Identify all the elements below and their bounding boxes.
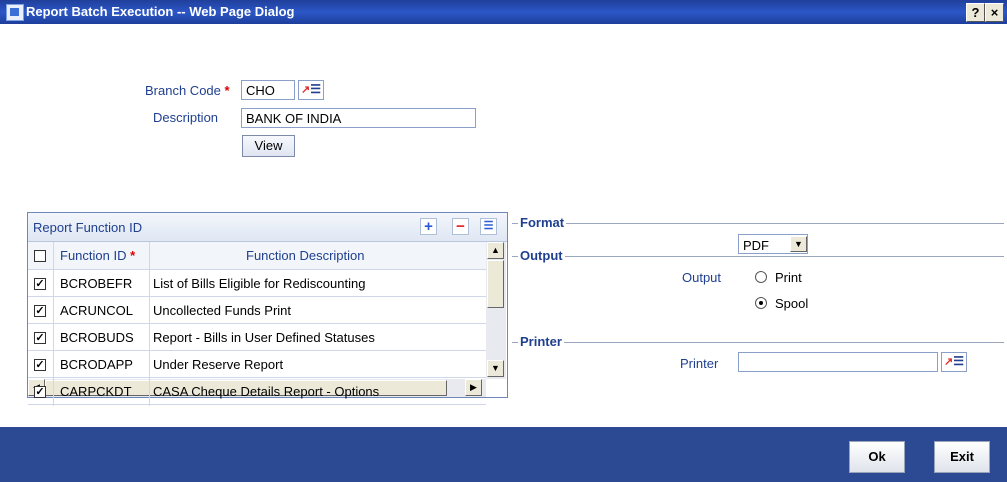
description-label: Description xyxy=(153,110,219,125)
function-id-cell: ACRUNCOL xyxy=(60,303,133,318)
list-icon: ☰ xyxy=(953,354,964,368)
output-label: Output xyxy=(682,270,722,285)
function-description-cell: List of Bills Eligible for Rediscounting xyxy=(153,276,366,291)
report-function-grid: Report Function ID + − ☰ Function ID * F… xyxy=(27,212,508,406)
required-marker: * xyxy=(224,83,230,98)
vertical-scrollbar[interactable]: ▲ ▼ xyxy=(486,242,506,379)
format-divider xyxy=(512,223,1004,224)
branch-code-input[interactable]: CHO xyxy=(241,80,295,100)
column-header-function-id: Function ID * xyxy=(60,248,136,263)
scroll-down-button[interactable]: ▼ xyxy=(487,360,504,377)
row-checkbox[interactable]: ✓ xyxy=(34,332,46,344)
grid-column-header: Function ID * Function Description xyxy=(28,242,486,270)
branch-code-lov-button[interactable]: ↗☰ xyxy=(298,80,324,100)
add-row-button[interactable]: + xyxy=(420,218,437,235)
dropdown-arrow-icon[interactable]: ▼ xyxy=(790,236,807,252)
row-checkbox[interactable]: ✓ xyxy=(34,386,46,398)
function-id-cell: BCROBEFR xyxy=(60,276,133,291)
function-description-cell: Under Reserve Report xyxy=(153,357,284,372)
table-row[interactable]: ✓ BCROBEFR List of Bills Eligible for Redi… xyxy=(28,270,486,298)
table-row[interactable]: ✓ CARPCKDT CASA Cheque Details Report - Op… xyxy=(28,378,486,406)
select-all-checkbox[interactable] xyxy=(34,250,46,262)
lov-arrow-icon: ↗ xyxy=(944,356,954,368)
output-print-label: Print xyxy=(775,270,802,285)
printer-lov-button[interactable]: ↗☰ xyxy=(941,352,967,372)
exit-button[interactable]: Exit xyxy=(934,441,990,473)
window-icon xyxy=(6,4,24,21)
branch-code-label: Branch Code * xyxy=(145,83,230,98)
function-id-cell: BCROBUDS xyxy=(60,330,134,345)
view-button[interactable]: View xyxy=(242,135,295,157)
single-view-icon[interactable]: ☰ xyxy=(480,218,497,235)
column-header-function-description: Function Description xyxy=(246,248,365,263)
format-select[interactable]: PDF ▼ xyxy=(738,234,808,254)
help-button[interactable]: ? xyxy=(966,3,985,22)
row-checkbox[interactable]: ✓ xyxy=(34,359,46,371)
table-row[interactable]: ✓ BCRODAPP Under Reserve Report xyxy=(28,351,486,379)
output-spool-label: Spool xyxy=(775,296,809,311)
lov-arrow-icon: ↗ xyxy=(301,84,311,96)
scroll-up-button[interactable]: ▲ xyxy=(487,242,504,259)
format-section-label: Format xyxy=(518,215,567,230)
output-spool-radio[interactable] xyxy=(755,297,767,309)
function-id-cell: CARPCKDT xyxy=(60,384,132,399)
output-divider xyxy=(512,256,1004,257)
printer-input[interactable] xyxy=(738,352,938,372)
function-description-cell: CASA Cheque Details Report - Options xyxy=(153,384,380,399)
printer-divider xyxy=(512,342,1004,343)
table-row[interactable]: ✓ ACRUNCOL Uncollected Funds Print xyxy=(28,297,486,325)
grid-title: Report Function ID xyxy=(33,220,143,235)
close-button[interactable]: × xyxy=(985,3,1004,22)
row-checkbox[interactable]: ✓ xyxy=(34,278,46,290)
output-print-radio[interactable] xyxy=(755,271,767,283)
function-description-cell: Uncollected Funds Print xyxy=(153,303,292,318)
remove-row-button[interactable]: − xyxy=(452,218,469,235)
printer-section-label: Printer xyxy=(518,334,564,349)
output-section-label: Output xyxy=(518,248,565,263)
grid-header: Report Function ID + − ☰ xyxy=(28,213,507,242)
row-checkbox[interactable]: ✓ xyxy=(34,305,46,317)
function-description-cell: Report - Bills in User Defined Statuses xyxy=(153,330,375,345)
list-icon: ☰ xyxy=(310,82,321,96)
table-row[interactable]: ✓ BCROBUDS Report - Bills in User Defined … xyxy=(28,324,486,352)
window-title: Report Batch Execution -- Web Page Dialo… xyxy=(26,4,295,19)
function-id-cell: BCRODAPP xyxy=(60,357,133,372)
vertical-scroll-thumb[interactable] xyxy=(487,260,504,308)
description-input[interactable]: BANK OF INDIA xyxy=(241,108,476,128)
printer-label: Printer xyxy=(680,356,719,371)
footer-bar: Ok Exit xyxy=(0,427,1007,482)
ok-button[interactable]: Ok xyxy=(849,441,905,473)
title-bar: Report Batch Execution -- Web Page Dialo… xyxy=(0,0,1007,24)
format-selected-value: PDF xyxy=(743,238,769,253)
